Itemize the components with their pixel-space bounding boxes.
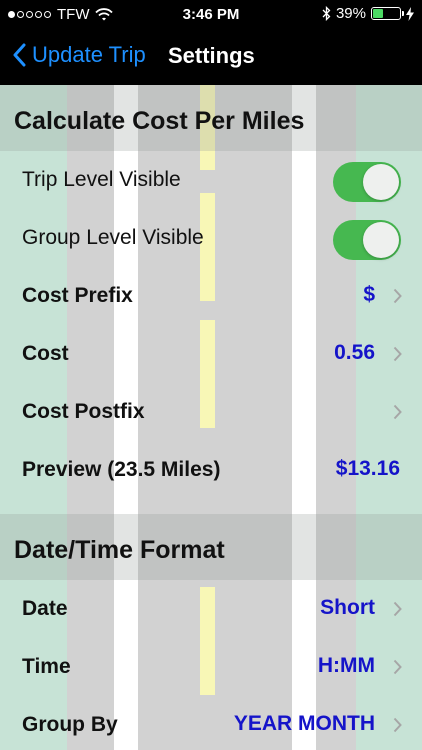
row-value: $ xyxy=(363,283,375,306)
section-title: Date/Time Format xyxy=(14,536,225,564)
navigation-bar: Update Trip Settings xyxy=(0,30,422,85)
row-value: YEAR MONTH xyxy=(233,712,375,735)
row-label: Cost Postfix xyxy=(22,400,145,423)
row-label: Date xyxy=(22,597,68,620)
chevron-right-icon xyxy=(393,346,402,362)
trip-level-visible-toggle[interactable] xyxy=(333,162,401,202)
row-preview: Preview (23.5 Miles) $13.16 xyxy=(0,441,422,499)
row-label: Trip Level Visible xyxy=(22,168,181,191)
chevron-right-icon xyxy=(393,404,402,420)
battery-level-fill xyxy=(373,9,383,18)
preview-value: $13.16 xyxy=(335,457,400,480)
section-header-cost: Calculate Cost Per Miles xyxy=(0,85,422,151)
chevron-right-icon xyxy=(393,601,402,617)
row-date[interactable]: Date Short xyxy=(0,580,422,638)
row-trip-level-visible: Trip Level Visible xyxy=(0,151,422,209)
row-cost-postfix[interactable]: Cost Postfix xyxy=(0,383,422,441)
back-button[interactable]: Update Trip xyxy=(12,42,146,68)
lightning-bolt-icon xyxy=(406,6,414,21)
row-label: Cost xyxy=(22,342,69,365)
battery-icon xyxy=(371,7,404,20)
chevron-right-icon xyxy=(393,288,402,304)
row-label: Cost Prefix xyxy=(22,284,133,307)
row-time[interactable]: Time H:MM xyxy=(0,638,422,696)
chevron-right-icon xyxy=(393,717,402,733)
group-level-visible-toggle[interactable] xyxy=(333,220,401,260)
row-label: Group Level Visible xyxy=(22,226,204,249)
section-title: Calculate Cost Per Miles xyxy=(14,107,305,135)
toggle-knob xyxy=(363,222,399,258)
row-cost-prefix[interactable]: Cost Prefix $ xyxy=(0,267,422,325)
row-label: Preview (23.5 Miles) xyxy=(22,458,221,481)
battery-percent: 39% xyxy=(335,5,366,22)
section-header-datetime: Date/Time Format xyxy=(0,514,422,580)
row-group-by[interactable]: Group By YEAR MONTH xyxy=(0,696,422,750)
row-label: Time xyxy=(22,655,71,678)
back-button-label: Update Trip xyxy=(32,42,146,67)
toggle-knob xyxy=(363,164,399,200)
status-right: 39% xyxy=(322,5,414,22)
row-value: 0.56 xyxy=(334,341,375,364)
chevron-left-icon xyxy=(13,43,26,67)
row-label: Group By xyxy=(22,713,118,736)
settings-content[interactable]: Calculate Cost Per Miles Trip Level Visi… xyxy=(0,85,422,750)
row-group-level-visible: Group Level Visible xyxy=(0,209,422,267)
row-value: Short xyxy=(320,596,375,619)
row-value: H:MM xyxy=(317,654,375,677)
chevron-right-icon xyxy=(393,659,402,675)
page-title: Settings xyxy=(168,43,255,68)
settings-list: Calculate Cost Per Miles Trip Level Visi… xyxy=(0,85,422,750)
row-cost[interactable]: Cost 0.56 xyxy=(0,325,422,383)
bluetooth-icon xyxy=(322,6,331,21)
status-bar: TFW 3:46 PM 39% xyxy=(0,0,422,30)
